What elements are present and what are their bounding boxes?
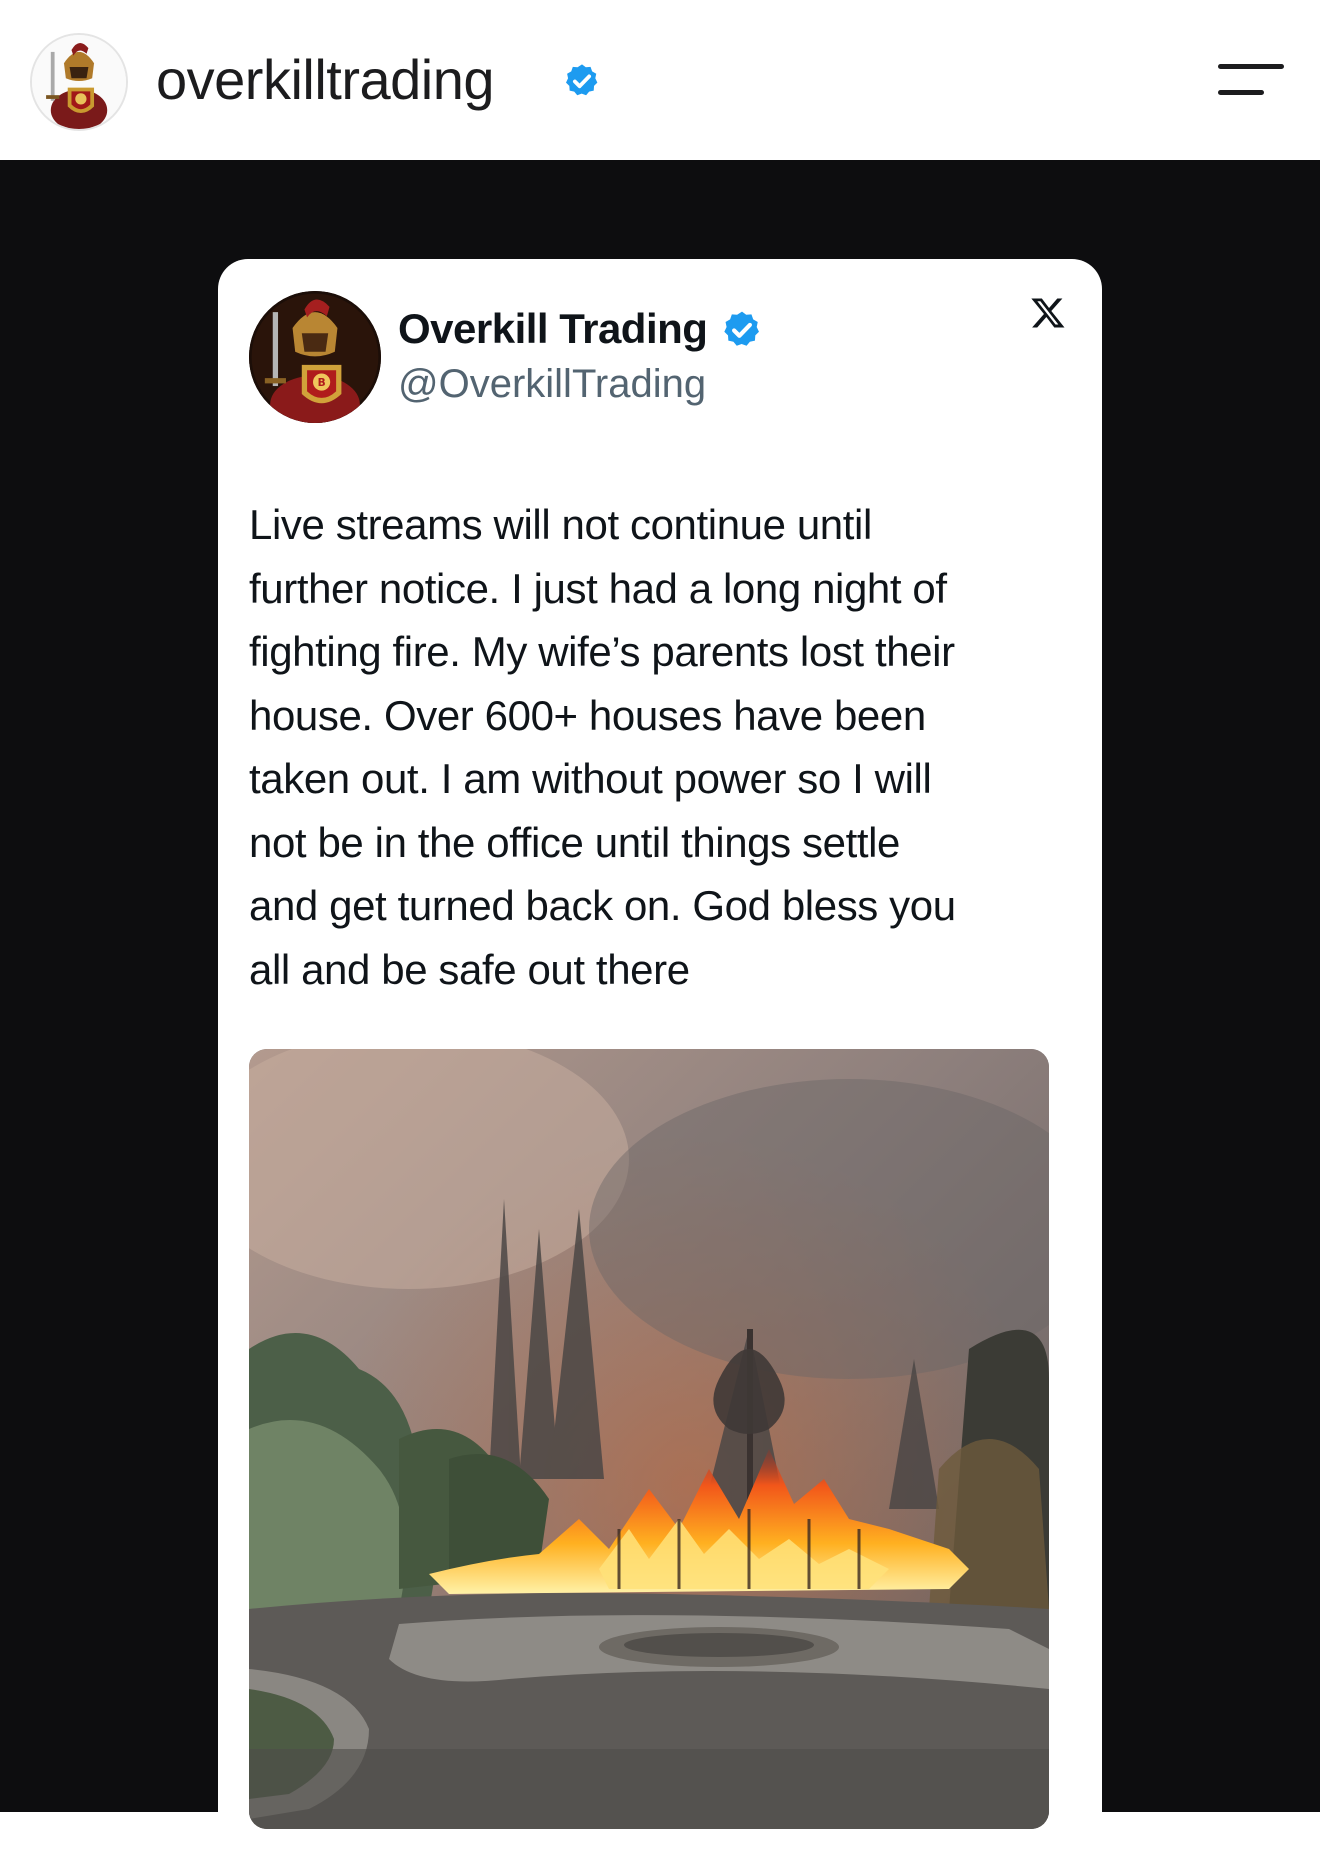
tweet-text-line: not be in the office until things settle [249, 818, 900, 866]
profile-username[interactable]: overkilltrading [156, 44, 495, 116]
x-logo-icon [1031, 298, 1065, 328]
tweet-text-line: taken out. I am without power so I will [249, 755, 932, 802]
profile-avatar[interactable] [30, 33, 128, 131]
tweet-text-line: Live streams will not continue until [249, 501, 872, 548]
spartan-warrior-bitcoin-shield-icon: B [249, 291, 381, 423]
tweet-handle: @OverkillTrading [398, 362, 707, 406]
verified-badge-icon [724, 311, 759, 346]
menu-line-bottom [1218, 90, 1264, 95]
wildfire-photo [249, 1049, 1049, 1829]
svg-text:B: B [318, 377, 326, 389]
menu-line-top [1218, 64, 1284, 69]
tweet-text: Live streams will not continue until fur… [249, 493, 1084, 1001]
tweet-text-line: house. Over 600+ houses have been [249, 691, 926, 739]
tweet-screenshot-card: B Overkill Trading @OverkillTrading Live… [218, 259, 1102, 1859]
profile-header: overkilltrading [0, 0, 1320, 160]
tweet-text-line: and get turned back on. God bless you [249, 882, 956, 929]
tweet-text-line: all and be safe out there [249, 945, 690, 993]
tweet-display-name: Overkill Trading [398, 305, 708, 352]
spartan-warrior-bitcoin-shield-icon [32, 35, 126, 129]
hamburger-menu-icon[interactable] [1218, 58, 1284, 104]
tweet-text-line: fighting fire. My wife’s parents lost th… [249, 628, 955, 675]
tweet-text-line: further notice. I just had a long night … [249, 564, 947, 612]
tweet-avatar: B [249, 291, 381, 423]
verified-badge-icon [566, 64, 598, 96]
